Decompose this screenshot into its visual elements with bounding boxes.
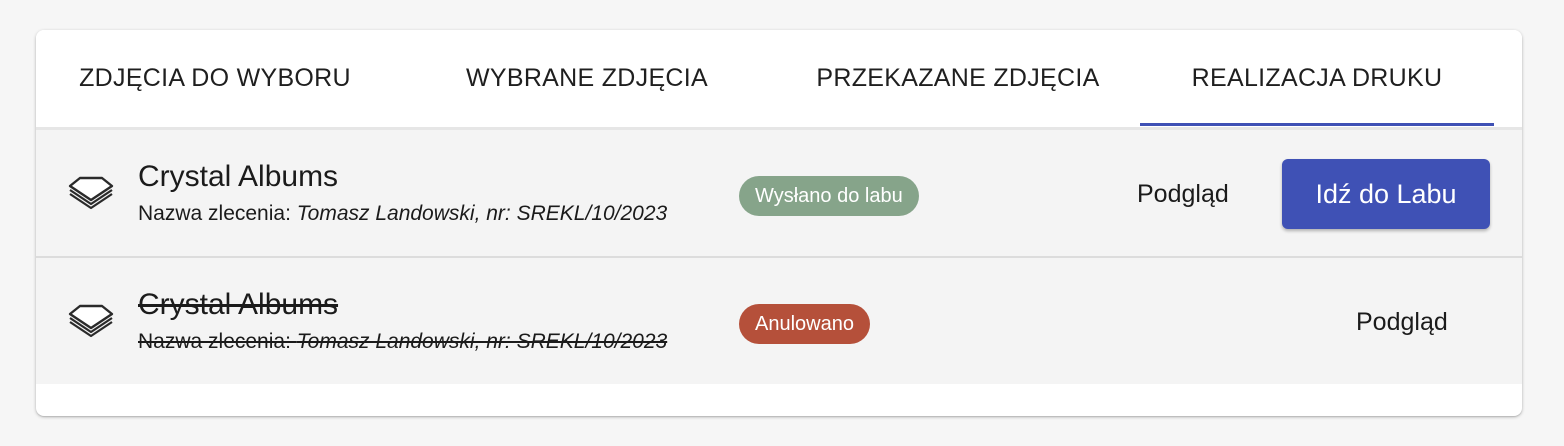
order-name-label: Nazwa zlecenia: xyxy=(138,330,297,353)
layers-icon xyxy=(68,176,114,210)
order-name-value: Tomasz Landowski, nr: SREKL/10/2023 xyxy=(296,330,668,353)
tab-print-realization[interactable]: REALIZACJA DRUKU xyxy=(1140,30,1494,127)
order-name: Nazwa zlecenia: Tomasz Landowski, nr: SR… xyxy=(138,202,667,226)
tab-photos-to-choose[interactable]: ZDJĘCIA DO WYBORU xyxy=(36,30,394,127)
order-title: Crystal Albums xyxy=(138,288,339,321)
order-row: Crystal Albums Nazwa zlecenia: Tomasz La… xyxy=(36,258,1522,384)
order-name-label: Nazwa zlecenia: xyxy=(138,202,297,225)
order-title: Crystal Albums xyxy=(138,160,339,193)
tab-bar: ZDJĘCIA DO WYBORU WYBRANE ZDJĘCIA PRZEKA… xyxy=(36,30,1522,130)
active-tab-indicator xyxy=(1140,123,1494,126)
print-orders-card: ZDJĘCIA DO WYBORU WYBRANE ZDJĘCIA PRZEKA… xyxy=(36,30,1522,416)
tab-selected-photos[interactable]: WYBRANE ZDJĘCIA xyxy=(408,30,766,127)
preview-button[interactable]: Podgląd xyxy=(1137,176,1229,212)
status-badge: Anulowano xyxy=(739,304,870,344)
order-name-value: Tomasz Landowski, nr: SREKL/10/2023 xyxy=(296,202,668,225)
status-badge: Wysłano do labu xyxy=(739,176,919,216)
go-to-lab-button[interactable]: Idź do Labu xyxy=(1282,159,1490,229)
layers-icon xyxy=(68,304,114,338)
tab-delivered-photos[interactable]: PRZEKAZANE ZDJĘCIA xyxy=(768,30,1148,127)
order-row: Crystal Albums Nazwa zlecenia: Tomasz La… xyxy=(36,130,1522,258)
preview-button[interactable]: Podgląd xyxy=(1356,304,1448,340)
order-name: Nazwa zlecenia: Tomasz Landowski, nr: SR… xyxy=(138,330,667,354)
